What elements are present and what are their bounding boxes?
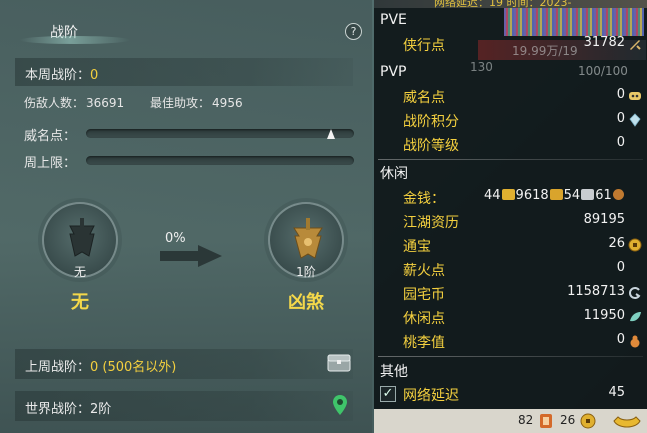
next-badge-level: 1阶 <box>296 265 316 279</box>
current-tier-name: 无 <box>71 292 89 313</box>
currency-panel: 网络延迟：19 时间：2023- 19.99万/19 130 100/100 P… <box>374 0 647 433</box>
sword-icon <box>630 40 641 50</box>
weekly-tier-label: 本周战阶： <box>25 68 91 83</box>
leisure-row-garden-coin: 园宅币 1158713 <box>374 281 647 305</box>
chest-icon[interactable] <box>327 354 351 372</box>
section-divider <box>378 159 643 160</box>
pvp-row-tier-level: 战阶等级 0 <box>374 132 647 156</box>
garden-coin-value: 1158713 <box>567 284 625 299</box>
network-row: ✓ 网络延迟 45 <box>374 382 647 406</box>
seniority-label: 江湖资历 <box>403 215 459 231</box>
section-divider <box>378 356 643 357</box>
last-week-value: 0 (500名以外) <box>90 360 177 375</box>
prestige-progress-bar <box>86 129 354 138</box>
last-week-tier-row: 上周战阶：0 (500名以外) <box>15 349 353 379</box>
world-tier-label: 世界战阶： <box>25 402 91 417</box>
tier-level-value: 0 <box>616 135 625 150</box>
tongbao-value: 26 <box>608 236 625 251</box>
assists-value: 4956 <box>212 96 243 110</box>
title-decoration <box>20 36 130 44</box>
leisure-row-tongbao: 通宝 26 <box>374 233 647 257</box>
weekly-cap-label: 周上限： <box>24 156 77 171</box>
toolbar-count-b: 26 <box>560 413 576 427</box>
swirl-icon <box>629 287 641 299</box>
taoli-label: 桃李值 <box>403 335 445 351</box>
garden-coin-label: 园宅币 <box>403 287 445 303</box>
coin-icon[interactable] <box>580 413 596 429</box>
last-week-label: 上周战阶： <box>25 360 91 375</box>
hud-top-strip: 网络延迟：19 时间：2023- <box>374 0 647 9</box>
network-label: 网络延迟 <box>403 388 459 404</box>
overlay-mana-text: 100/100 <box>578 64 628 78</box>
xiaxing-value: 31782 <box>583 35 625 50</box>
money-row: 金钱： 44 9618 54 61 <box>374 185 647 209</box>
enemies-label: 伤敌人数： <box>24 96 85 110</box>
world-tier-row: 世界战阶：2阶 <box>15 391 353 421</box>
money-copper-value: 61 <box>595 188 612 203</box>
gold-ingot-icon[interactable] <box>612 411 642 431</box>
money-gold-value: 44 <box>484 188 501 203</box>
gold-boat-icon <box>549 189 563 200</box>
tier-level-label: 战阶等级 <box>403 138 459 154</box>
prestige-marker-icon <box>327 129 335 139</box>
xinhuo-label: 薪火点 <box>403 263 445 279</box>
copper-coin-icon <box>612 189 624 200</box>
current-badge-level: 无 <box>73 265 86 279</box>
pve-section-title: PVE <box>380 12 407 28</box>
leisure-row-leisure-points: 休闲点 11950 <box>374 305 647 329</box>
help-button[interactable]: ? <box>345 23 362 40</box>
weekly-cap-bar <box>86 156 354 165</box>
prestige-label: 威名点 <box>403 90 445 106</box>
tier-points-value: 0 <box>616 111 625 126</box>
money-silver-value: 54 <box>563 188 581 203</box>
leisure-row-seniority: 江湖资历 89195 <box>374 209 647 233</box>
scroll-icon[interactable] <box>538 412 554 430</box>
bottom-toolbar: 82 26 <box>374 409 647 433</box>
network-latency-checkbox[interactable]: ✓ <box>380 386 396 402</box>
tier-points-label: 战阶积分 <box>403 114 459 130</box>
taoli-value: 0 <box>616 332 625 347</box>
network-value: 45 <box>608 385 625 400</box>
leisure-row-xinhuo: 薪火点 0 <box>374 257 647 281</box>
leisure-points-label: 休闲点 <box>403 311 445 327</box>
money-silver-ingot-value: 9618 <box>515 188 549 203</box>
silver-ingot-icon <box>581 189 595 200</box>
leisure-row-taoli: 桃李值 0 <box>374 329 647 353</box>
pvp-row-prestige: 威名点 0 <box>374 84 647 108</box>
leaf-icon <box>630 312 641 322</box>
gourd-icon <box>630 335 640 348</box>
crystal-icon <box>629 113 641 127</box>
location-pin-icon[interactable] <box>332 394 348 416</box>
money-label: 金钱： <box>403 191 445 207</box>
next-tier-name: 凶煞 <box>288 292 324 313</box>
leisure-section-title: 休闲 <box>380 166 408 182</box>
pve-row-xiaxing: 侠行点 31782 <box>374 32 647 56</box>
coin-icon <box>628 238 642 252</box>
prestige-value: 0 <box>616 87 625 102</box>
xiaxing-label: 侠行点 <box>403 38 445 54</box>
gold-ingot-icon <box>501 189 515 200</box>
pvp-row-tier-points: 战阶积分 0 <box>374 108 647 132</box>
tier-panel: 战阶 ? 本周战阶：0 伤敌人数： 36691 最佳助攻： 4956 威名点： 周上… <box>0 0 372 433</box>
tongbao-label: 通宝 <box>403 239 431 255</box>
leisure-points-value: 11950 <box>583 308 625 323</box>
mask-icon <box>629 92 641 100</box>
toolbar-count-a: 82 <box>518 413 534 427</box>
pvp-section-title: PVP <box>380 64 407 80</box>
arrow-right-icon <box>160 245 222 267</box>
panel-header: 战阶 ? <box>0 0 372 48</box>
weekly-tier-value: 0 <box>90 68 99 83</box>
enemies-value: 36691 <box>86 96 125 110</box>
assists-label: 最佳助攻： <box>150 96 211 110</box>
overlay-level-text: 130 <box>470 60 493 74</box>
prestige-label: 威名点： <box>24 129 77 144</box>
combat-stats: 伤敌人数： 36691 最佳助攻： 4956 <box>24 94 245 111</box>
world-tier-value: 2阶 <box>90 402 112 417</box>
xinhuo-value: 0 <box>616 260 625 275</box>
seniority-value: 89195 <box>583 212 625 227</box>
weekly-tier-row: 本周战阶：0 <box>15 58 353 86</box>
other-section-title: 其他 <box>380 364 408 380</box>
